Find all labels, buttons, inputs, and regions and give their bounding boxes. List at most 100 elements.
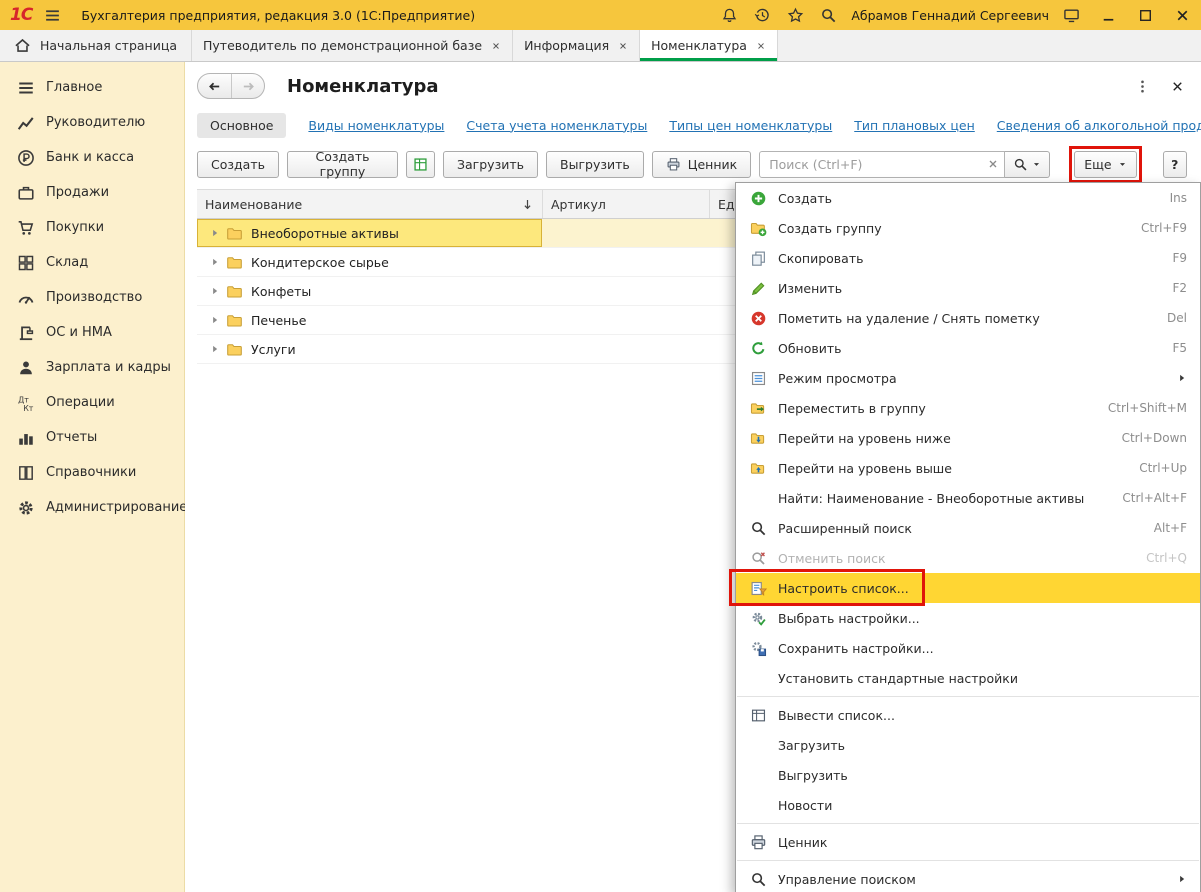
name-cell: Печенье <box>197 306 542 334</box>
menu-item[interactable]: Режим просмотра <box>736 363 1200 393</box>
menu-item[interactable]: Установить стандартные настройки <box>736 663 1200 693</box>
search-button[interactable] <box>1005 151 1050 178</box>
clear-search-icon[interactable] <box>987 158 999 170</box>
menu-item-shortcut: Alt+F <box>1154 521 1187 535</box>
tab-3[interactable]: Номенклатура <box>640 30 778 61</box>
minimize-icon[interactable] <box>1100 7 1117 24</box>
menu-item[interactable]: Новости <box>736 790 1200 820</box>
expand-icon[interactable] <box>210 228 220 238</box>
create-group-button[interactable]: Создать группу <box>287 151 398 178</box>
nav-link[interactable]: Счета учета номенклатуры <box>466 118 647 133</box>
menu-item[interactable]: Выгрузить <box>736 760 1200 790</box>
sidebar-item[interactable]: Производство <box>0 280 184 315</box>
sidebar-item[interactable]: Продажи <box>0 175 184 210</box>
menu-item-label: Перейти на уровень выше <box>778 461 1121 476</box>
forward-button[interactable] <box>231 74 264 98</box>
sidebar-item[interactable]: Руководителю <box>0 105 184 140</box>
current-user[interactable]: Абрамов Геннадий Сергеевич <box>851 8 1049 23</box>
search-input[interactable] <box>759 151 1005 178</box>
tab-main[interactable]: Основное <box>197 113 286 138</box>
home-tab[interactable]: Начальная страница <box>0 30 192 61</box>
expand-icon[interactable] <box>210 315 220 325</box>
tab-close-icon[interactable] <box>756 41 766 51</box>
tab-close-icon[interactable] <box>618 41 628 51</box>
menu-item[interactable]: Пометить на удаление / Снять пометкуDel <box>736 303 1200 333</box>
help-button[interactable]: ? <box>1163 151 1187 178</box>
sidebar-item[interactable]: ОС и НМА <box>0 315 184 350</box>
menu-item[interactable]: ОбновитьF5 <box>736 333 1200 363</box>
menu-item[interactable]: Загрузить <box>736 730 1200 760</box>
menu-item[interactable]: Вывести список... <box>736 700 1200 730</box>
menu-item[interactable]: СкопироватьF9 <box>736 243 1200 273</box>
sidebar-item[interactable]: Справочники <box>0 455 184 490</box>
history-icon[interactable] <box>754 7 771 24</box>
star-icon[interactable] <box>787 7 804 24</box>
menu-item[interactable]: Перейти на уровень нижеCtrl+Down <box>736 423 1200 453</box>
menu-item-label: Создать <box>778 191 1152 206</box>
menu-item-label: Управление поиском <box>778 872 1167 887</box>
expand-icon[interactable] <box>210 257 220 267</box>
sidebar-item[interactable]: Склад <box>0 245 184 280</box>
menu-item[interactable]: Отменить поискCtrl+Q <box>736 543 1200 573</box>
create-button[interactable]: Создать <box>197 151 279 178</box>
menu-item[interactable]: Найти: Наименование - Внеоборотные актив… <box>736 483 1200 513</box>
folder-icon <box>226 225 243 242</box>
search-cancel-icon <box>750 550 767 567</box>
sidebar-item-label: Операции <box>46 395 115 410</box>
unload-button[interactable]: Выгрузить <box>546 151 644 178</box>
level-up-icon <box>750 460 767 477</box>
tab-close-icon[interactable] <box>491 41 501 51</box>
menu-item-label: Отменить поиск <box>778 551 1128 566</box>
folder-plus-icon <box>750 220 767 237</box>
sidebar-item[interactable]: ДтКтОперации <box>0 385 184 420</box>
menu-item[interactable]: Создать группуCtrl+F9 <box>736 213 1200 243</box>
more-button[interactable]: Еще <box>1074 151 1136 178</box>
article-cell <box>542 248 709 276</box>
form-options-icon[interactable] <box>1135 79 1150 94</box>
titlebar: 1С Бухгалтерия предприятия, редакция 3.0… <box>0 0 1201 30</box>
sidebar-item[interactable]: Главное <box>0 70 184 105</box>
menu-item[interactable]: СоздатьIns <box>736 183 1200 213</box>
toolbar: Создать Создать группу Загрузить Выгрузи… <box>197 149 1201 179</box>
expand-icon[interactable] <box>210 286 220 296</box>
menu-item[interactable]: Перейти на уровень вышеCtrl+Up <box>736 453 1200 483</box>
connection-icon[interactable] <box>1063 7 1080 24</box>
bank-icon <box>17 149 35 167</box>
page-title: Номенклатура <box>287 76 439 97</box>
bell-icon[interactable] <box>721 7 738 24</box>
menu-item[interactable]: ИзменитьF2 <box>736 273 1200 303</box>
menu-item[interactable]: Переместить в группуCtrl+Shift+M <box>736 393 1200 423</box>
main-menu-icon[interactable] <box>44 7 61 24</box>
menu-item[interactable]: Выбрать настройки... <box>736 603 1200 633</box>
load-button[interactable]: Загрузить <box>443 151 538 178</box>
close-form-icon[interactable] <box>1170 79 1185 94</box>
sidebar-item[interactable]: Отчеты <box>0 420 184 455</box>
tab-2[interactable]: Информация <box>513 30 640 61</box>
maximize-icon[interactable] <box>1137 7 1154 24</box>
column-header-article[interactable]: Артикул <box>542 190 709 218</box>
load-from-spreadsheet-button[interactable] <box>406 151 435 178</box>
menu-item[interactable]: Управление поиском <box>736 864 1200 892</box>
nav-link[interactable]: Типы цен номенклатуры <box>669 118 832 133</box>
close-icon[interactable] <box>1174 7 1191 24</box>
menu-item[interactable]: Расширенный поискAlt+F <box>736 513 1200 543</box>
sidebar-item[interactable]: Банк и касса <box>0 140 184 175</box>
menu-item[interactable]: Сохранить настройки... <box>736 633 1200 663</box>
menu-item[interactable]: Настроить список... <box>736 573 1200 603</box>
window-title: Бухгалтерия предприятия, редакция 3.0 (1… <box>81 8 475 23</box>
nav-link[interactable]: Виды номенклатуры <box>308 118 444 133</box>
nav-link[interactable]: Сведения об алкогольной продукции <box>997 118 1201 133</box>
price-tag-button[interactable]: Ценник <box>652 151 751 178</box>
menu-item-shortcut: Ctrl+Alt+F <box>1122 491 1187 505</box>
tab-1[interactable]: Путеводитель по демонстрационной базе <box>192 30 513 61</box>
history-nav <box>197 73 265 99</box>
search-icon[interactable] <box>820 7 837 24</box>
nav-link[interactable]: Тип плановых цен <box>854 118 975 133</box>
expand-icon[interactable] <box>210 344 220 354</box>
column-header-name[interactable]: Наименование <box>197 190 542 218</box>
sidebar-item[interactable]: Зарплата и кадры <box>0 350 184 385</box>
sidebar-item[interactable]: Покупки <box>0 210 184 245</box>
menu-item[interactable]: Ценник <box>736 827 1200 857</box>
back-button[interactable] <box>198 74 231 98</box>
sidebar-item[interactable]: Администрирование <box>0 490 184 525</box>
